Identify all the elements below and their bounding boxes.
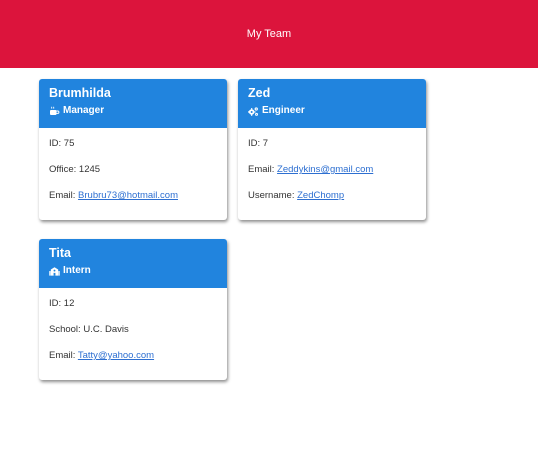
field-email: Email: Zeddykins@gmail.com [248, 162, 416, 188]
employee-role: Engineer [248, 105, 416, 117]
email-link[interactable]: Zeddykins@gmail.com [277, 164, 373, 175]
card-header: Tita Intern [39, 239, 227, 288]
employee-name: Tita [49, 246, 71, 260]
field-value: 12 [63, 298, 75, 309]
card-body: ID: 7 Email: Zeddykins@gmail.com Usernam… [238, 128, 426, 220]
cogs-icon [248, 106, 259, 117]
employee-card-engineer: Zed Engineer ID: 7 Email: Zeddykins@gmai… [238, 79, 426, 220]
field-label: Office: [49, 164, 79, 175]
email-link[interactable]: Brubru73@hotmail.com [78, 190, 178, 201]
page-title: My Team [246, 28, 292, 40]
github-link[interactable]: ZedChomp [297, 190, 344, 201]
field-office: Office: 1245 [49, 162, 217, 188]
employee-name: Zed [248, 86, 271, 100]
card-body: ID: 12 School: U.C. Davis Email: Tatty@y… [39, 288, 227, 380]
card-header: Brumhilda Manager [39, 79, 227, 128]
employee-name: Brumhilda [49, 86, 111, 100]
field-label: ID: [49, 138, 64, 149]
field-id: ID: 12 [49, 296, 217, 322]
email-link[interactable]: Tatty@yahoo.com [78, 350, 154, 361]
employee-role: Manager [49, 105, 217, 117]
employee-role: Intern [49, 265, 217, 277]
mug-icon [49, 106, 60, 117]
employee-card-manager: Brumhilda Manager ID: 75 Office: 1245 Em… [39, 79, 227, 220]
field-value: 1245 [78, 164, 101, 175]
employee-role-label: Intern [63, 265, 91, 276]
employee-role-label: Engineer [262, 105, 305, 116]
field-id: ID: 75 [49, 136, 217, 162]
field-label: ID: [248, 138, 263, 149]
field-label: Email: [248, 164, 278, 175]
field-label: Email: [49, 350, 78, 361]
field-label: Email: [49, 190, 79, 201]
field-value: U.C. Davis [83, 324, 129, 335]
field-username: Username: ZedChomp [248, 188, 416, 214]
field-value: 75 [63, 138, 75, 149]
employee-role-label: Manager [63, 105, 105, 116]
field-email: Email: Brubru73@hotmail.com [49, 188, 217, 214]
field-label: Username: [248, 190, 298, 201]
employee-card-intern: Tita Intern ID: 12 School: U.C. Davis Em… [39, 239, 227, 380]
card-body: ID: 75 Office: 1245 Email: Brubru73@hotm… [39, 128, 227, 220]
field-label: ID: [49, 298, 64, 309]
field-id: ID: 7 [248, 136, 416, 162]
page-header: My Team [0, 0, 538, 68]
field-value: 7 [262, 138, 269, 149]
field-label: School: [49, 324, 84, 335]
school-icon [49, 266, 60, 277]
field-email: Email: Tatty@yahoo.com [49, 348, 217, 374]
card-header: Zed Engineer [238, 79, 426, 128]
field-school: School: U.C. Davis [49, 322, 217, 348]
